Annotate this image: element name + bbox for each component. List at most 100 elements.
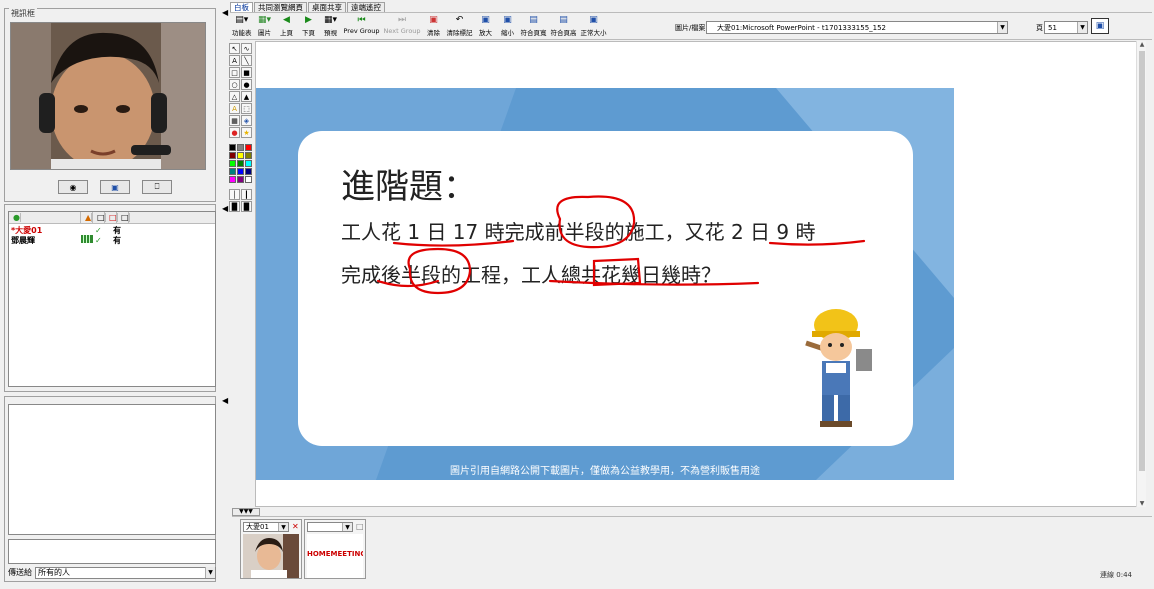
col-shield-header[interactable]: □ — [105, 212, 118, 223]
close-icon[interactable]: □ — [356, 522, 364, 531]
app-window: 視訊框 ◉ ▣ ⎕ ● ▲ □ □ □ *大愛01 ✓ 有 鄧晨輝 ✓ 有 傳送… — [0, 0, 1154, 589]
prev-page-button[interactable]: ◀ 上頁 — [278, 15, 296, 37]
line-width-thin-icon[interactable]: │ — [229, 189, 240, 200]
scroll-down-icon[interactable]: ▼ — [1137, 500, 1147, 507]
video-feed — [10, 22, 206, 170]
line-width-bold-icon[interactable]: █ — [241, 201, 252, 212]
text-tool-icon[interactable]: A — [229, 55, 240, 66]
color-swatch[interactable] — [237, 176, 244, 183]
col-mic-header[interactable]: ▲ — [81, 212, 93, 223]
slide: 進階題： 工人花 1 日 17 時完成前半段的施工，又花 2 日 9 時 完成後… — [256, 88, 954, 480]
color-swatch[interactable] — [245, 176, 252, 183]
thumb-source-select[interactable]: 大愛01 ▼ — [243, 522, 289, 532]
close-icon[interactable]: ✕ — [292, 522, 299, 531]
freehand-icon[interactable]: ∿ — [241, 43, 252, 54]
next-page-button[interactable]: ▶ 下頁 — [300, 15, 318, 37]
prev-group-button[interactable]: ⏮ Prev Group — [344, 15, 380, 37]
vertical-scrollbar[interactable]: ▲ ▼ — [1136, 41, 1146, 507]
clear-marks-button[interactable]: ↶ 清除標記 — [447, 15, 473, 37]
color-swatch[interactable] — [229, 160, 236, 167]
color-swatch[interactable] — [237, 160, 244, 167]
file-select[interactable]: 大愛01:Microsoft PowerPoint - t1701333155_… — [706, 21, 1008, 34]
zoom-out-button[interactable]: ▣ 縮小 — [499, 15, 517, 37]
video-thumb[interactable]: 大愛01 ▼ ✕ — [240, 519, 302, 579]
scroll-up-icon[interactable]: ▲ — [1137, 41, 1147, 48]
presentation-icon[interactable]: ▣ — [1091, 18, 1109, 34]
send-to-select[interactable]: 所有的人 ▼ — [35, 566, 216, 579]
image-insert-icon[interactable]: ▦ — [229, 115, 240, 126]
rect-filled-icon[interactable]: ■ — [241, 67, 252, 78]
collapse-arrow-icon[interactable]: ◀ — [222, 204, 228, 213]
slide-text-line-2: 完成後半段的工程，工人總共花幾日幾時？ — [341, 263, 721, 287]
tab-whiteboard[interactable]: 白板 — [230, 2, 253, 12]
scroll-thumb[interactable] — [1139, 51, 1145, 471]
screen-button[interactable]: ▣ — [100, 180, 130, 194]
page-label: 頁 — [1036, 24, 1043, 32]
video-thumb[interactable]: ▼ □ HOMEMEETING — [304, 519, 366, 579]
line-tool-icon[interactable]: ╲ — [241, 55, 252, 66]
area-select-icon[interactable]: ⬚ — [241, 103, 252, 114]
fit-height-button[interactable]: ▤ 符合頁高 — [551, 15, 577, 37]
send-to-value: 所有的人 — [38, 568, 70, 577]
color-swatch[interactable] — [229, 176, 236, 183]
ellipse-filled-icon[interactable]: ● — [241, 79, 252, 90]
tab-desktop-share[interactable]: 桌面共享 — [308, 2, 346, 12]
zoom-out-icon: ▣ — [503, 15, 512, 25]
table-row[interactable]: *大愛01 ✓ 有 — [9, 225, 215, 235]
zoom-in-button[interactable]: ▣ 放大 — [477, 15, 495, 37]
whiteboard-canvas[interactable]: 進階題： 工人花 1 日 17 時完成前半段的施工，又花 2 日 9 時 完成後… — [255, 41, 1137, 507]
settings-button[interactable]: ⎕ — [142, 180, 172, 194]
color-swatch[interactable] — [237, 168, 244, 175]
file-label: 圖片/檔案 — [675, 24, 706, 32]
color-swatch[interactable] — [229, 152, 236, 159]
prev-page-icon: ◀ — [283, 15, 290, 25]
check-icon: ✓ — [95, 225, 102, 235]
slide-title: 進階題： — [341, 167, 477, 207]
image-button[interactable]: ▦▾ 圖片 — [256, 15, 274, 37]
chat-input[interactable] — [8, 539, 216, 564]
color-swatch[interactable] — [245, 168, 252, 175]
col-lock-header[interactable]: □ — [93, 212, 106, 223]
page-value: 51 — [1048, 23, 1057, 32]
page-select[interactable]: 51 ▼ — [1044, 21, 1088, 34]
table-row[interactable]: 鄧晨輝 ✓ 有 — [9, 235, 215, 245]
chat-history[interactable] — [8, 404, 216, 535]
highlighter-icon[interactable]: A — [229, 103, 240, 114]
polygon-outline-icon[interactable]: △ — [229, 91, 240, 102]
color-swatch[interactable] — [229, 168, 236, 175]
star-stamp-icon[interactable]: ★ — [241, 127, 252, 138]
tab-remote-control[interactable]: 遠端遙控 — [347, 2, 385, 12]
select-arrow-icon[interactable]: ↖ — [229, 43, 240, 54]
preview-button[interactable]: ▦▾ 預視 — [322, 15, 340, 37]
menu-button[interactable]: ▤▾ 功能表 — [232, 15, 252, 37]
prev-group-icon: ⏮ — [357, 15, 366, 25]
apple-stamp-icon[interactable]: ● — [229, 127, 240, 138]
actual-size-button[interactable]: ▣ 正常大小 — [581, 15, 607, 37]
color-swatch[interactable] — [245, 144, 252, 151]
tab-cobrowse[interactable]: 共同瀏覽網頁 — [254, 2, 307, 12]
thumb-source-select[interactable]: ▼ — [307, 522, 353, 532]
line-width-medium-icon[interactable]: ┃ — [241, 189, 252, 200]
fill-icon[interactable]: ◈ — [241, 115, 252, 126]
color-swatch[interactable] — [245, 152, 252, 159]
thumb-strip-toggle[interactable]: ▼▼▼ — [232, 508, 260, 516]
next-page-icon: ▶ — [305, 15, 312, 25]
next-group-icon: ⏭ — [397, 15, 407, 25]
collapse-arrow-icon[interactable]: ◀ — [222, 8, 228, 17]
fit-width-button[interactable]: ▤ 符合頁寬 — [521, 15, 547, 37]
color-swatch[interactable] — [237, 144, 244, 151]
slide-footer: 圖片引用自網路公開下載圖片，僅做為公益教學用，不為營利販售用途 — [450, 466, 760, 477]
col-doc-header[interactable]: □ — [117, 212, 130, 223]
line-width-thick-icon[interactable]: █ — [229, 201, 240, 212]
ellipse-outline-icon[interactable]: ○ — [229, 79, 240, 90]
color-swatch[interactable] — [245, 160, 252, 167]
clear-button[interactable]: ▣ 清除 — [425, 15, 443, 37]
next-group-button[interactable]: ⏭ Next Group — [384, 15, 421, 37]
rect-outline-icon[interactable]: □ — [229, 67, 240, 78]
color-swatch[interactable] — [237, 152, 244, 159]
collapse-arrow-icon[interactable]: ◀ — [222, 396, 228, 405]
polygon-filled-icon[interactable]: ▲ — [241, 91, 252, 102]
col-name-header[interactable]: ● — [9, 212, 81, 223]
camera-toggle-button[interactable]: ◉ — [58, 180, 88, 194]
color-swatch[interactable] — [229, 144, 236, 151]
